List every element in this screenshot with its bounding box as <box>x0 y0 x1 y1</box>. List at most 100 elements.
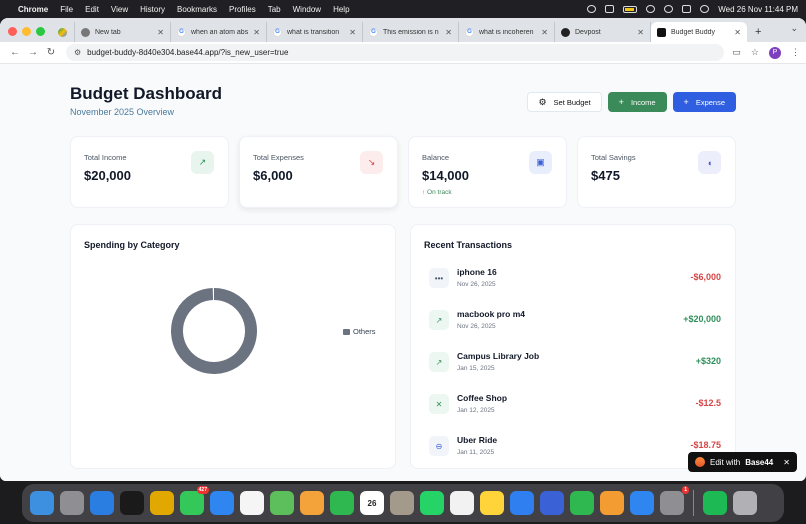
contacts-icon[interactable] <box>390 491 414 515</box>
new-tab-button[interactable]: + <box>747 22 769 42</box>
tab-new-tab[interactable]: New tab ✕ <box>75 22 171 42</box>
profile-avatar[interactable]: P <box>769 46 781 59</box>
menu-bookmarks[interactable]: Bookmarks <box>177 5 217 14</box>
total-income-card: Total Income $20,000 ↗ <box>70 136 229 208</box>
menu-help[interactable]: Help <box>333 5 349 14</box>
pages-icon[interactable] <box>600 491 624 515</box>
transaction-row[interactable]: ↗ Campus Library Job Jan 15, 2025 +$320 <box>429 349 721 379</box>
close-tab-icon[interactable]: ✕ <box>541 28 548 37</box>
chrome-menu-icon[interactable]: ⋮ <box>791 47 800 58</box>
back-icon[interactable]: ← <box>6 47 24 58</box>
close-tab-icon[interactable]: ✕ <box>349 28 356 37</box>
trash-icon[interactable] <box>733 491 757 515</box>
messages-icon[interactable]: 427 <box>180 486 209 515</box>
tab-search-icon[interactable]: ⌄ <box>790 23 798 34</box>
close-tab-icon[interactable]: ✕ <box>445 28 452 37</box>
donut-slice-others[interactable] <box>171 288 257 374</box>
tab-budget-buddy[interactable]: Budget Buddy ✕ <box>651 22 747 42</box>
numbers-icon[interactable] <box>570 491 594 515</box>
close-window-icon[interactable] <box>8 26 17 36</box>
trending-down-icon: ↘ <box>360 151 383 174</box>
photos-icon[interactable] <box>300 491 324 515</box>
stat-value: $20,000 <box>84 168 131 183</box>
finder-icon[interactable] <box>30 491 54 515</box>
bookmark-star-icon[interactable]: ☆ <box>751 47 759 58</box>
close-icon[interactable]: ✕ <box>783 458 790 467</box>
transaction-date: Jan 12, 2025 <box>457 407 495 414</box>
close-tab-icon[interactable]: ✕ <box>157 28 164 37</box>
calendar-icon[interactable]: 26 <box>360 491 384 515</box>
toast-prefix: Edit with <box>710 457 741 467</box>
tab-drive[interactable] <box>53 22 75 42</box>
trending-up-icon: ↗ <box>429 310 449 330</box>
close-tab-icon[interactable]: ✕ <box>637 28 644 37</box>
address-bar[interactable]: ⚙ budget-buddy-8d40e304.base44.app/?is_n… <box>66 44 725 61</box>
freeform-icon[interactable] <box>240 491 264 515</box>
add-expense-button[interactable]: + Expense <box>672 92 736 112</box>
transaction-date: Nov 26, 2025 <box>457 281 496 288</box>
menu-view[interactable]: View <box>111 5 128 14</box>
url-text[interactable]: budget-buddy-8d40e304.base44.app/?is_new… <box>87 48 288 57</box>
reminders-icon[interactable] <box>450 491 474 515</box>
tab-devpost[interactable]: Devpost ✕ <box>555 22 651 42</box>
spotlight-icon[interactable] <box>664 5 674 13</box>
transaction-row[interactable]: ✕ Coffee Shop Jan 12, 2025 -$12.5 <box>429 391 721 421</box>
install-app-icon[interactable]: ▭ <box>732 47 741 58</box>
transaction-row[interactable]: ⊖ Uber Ride Jan 11, 2025 -$18.75 <box>429 433 721 463</box>
tab-google-emission[interactable]: G This emission is n ✕ <box>363 22 459 42</box>
wifi-icon[interactable] <box>646 5 656 13</box>
simulator-icon[interactable] <box>540 491 564 515</box>
minimize-window-icon[interactable] <box>22 26 31 36</box>
control-center-icon[interactable] <box>682 5 692 13</box>
fullscreen-window-icon[interactable] <box>36 26 45 36</box>
screen-icon[interactable] <box>605 5 615 13</box>
chrome-icon[interactable] <box>150 491 174 515</box>
safari-icon[interactable] <box>90 491 114 515</box>
media-icon[interactable] <box>587 5 597 13</box>
add-income-button[interactable]: + Income <box>607 92 667 112</box>
spotify-icon[interactable] <box>703 491 727 515</box>
menu-profiles[interactable]: Profiles <box>229 5 256 14</box>
plus-icon: + <box>618 97 624 107</box>
transaction-row[interactable]: ↗ macbook pro m4 Nov 26, 2025 +$20,000 <box>429 307 721 337</box>
whatsapp-icon[interactable] <box>420 491 444 515</box>
browser-toolbar: ← → ↻ ⚙ budget-buddy-8d40e304.base44.app… <box>0 42 806 64</box>
close-tab-icon[interactable]: ✕ <box>734 28 741 37</box>
app-page: Budget Dashboard November 2025 Overview … <box>0 64 806 481</box>
site-info-icon[interactable]: ⚙ <box>74 48 81 57</box>
cursor-icon[interactable] <box>120 491 144 515</box>
transaction-date: Jan 11, 2025 <box>457 449 495 456</box>
menu-bar: Chrome File Edit View History Bookmarks … <box>0 0 806 18</box>
launchpad-icon[interactable] <box>60 491 84 515</box>
siri-icon[interactable] <box>700 5 710 13</box>
menu-file[interactable]: File <box>60 5 73 14</box>
tab-google-transition[interactable]: G what is transition ✕ <box>267 22 363 42</box>
set-budget-button[interactable]: ⚙ Set Budget <box>527 92 602 112</box>
maps-icon[interactable] <box>270 491 294 515</box>
transaction-amount: +$20,000 <box>683 314 721 324</box>
clock[interactable]: Wed 26 Nov 11:44 PM <box>718 5 798 14</box>
menu-tab[interactable]: Tab <box>268 5 281 14</box>
reload-icon[interactable]: ↻ <box>42 47 60 58</box>
mail-icon[interactable] <box>210 491 234 515</box>
menu-window[interactable]: Window <box>293 5 321 14</box>
notes-icon[interactable] <box>480 491 504 515</box>
edit-with-base44-toast[interactable]: Edit with Base44 ✕ <box>688 452 797 472</box>
menu-history[interactable]: History <box>140 5 165 14</box>
transaction-row[interactable]: ••• iphone 16 Nov 26, 2025 -$6,000 <box>429 265 721 295</box>
keynote-icon[interactable] <box>510 491 534 515</box>
menu-app-name[interactable]: Chrome <box>18 5 48 14</box>
chart-legend[interactable]: Others <box>343 327 376 336</box>
facetime-icon[interactable] <box>330 491 354 515</box>
tab-google-incoherent[interactable]: G what is incoheren ✕ <box>459 22 555 42</box>
transaction-amount: -$18.75 <box>690 440 721 450</box>
menu-edit[interactable]: Edit <box>85 5 99 14</box>
battery-icon[interactable] <box>623 5 638 13</box>
recent-transactions-card: Recent Transactions ••• iphone 16 Nov 26… <box>410 224 736 469</box>
forward-icon[interactable]: → <box>24 47 42 58</box>
page-title: Budget Dashboard <box>70 84 223 103</box>
tab-google-atom[interactable]: G when an atom abs ✕ <box>171 22 267 42</box>
close-tab-icon[interactable]: ✕ <box>253 28 260 37</box>
system-settings-icon[interactable]: 1 <box>660 486 689 515</box>
app-store-icon[interactable] <box>630 491 654 515</box>
